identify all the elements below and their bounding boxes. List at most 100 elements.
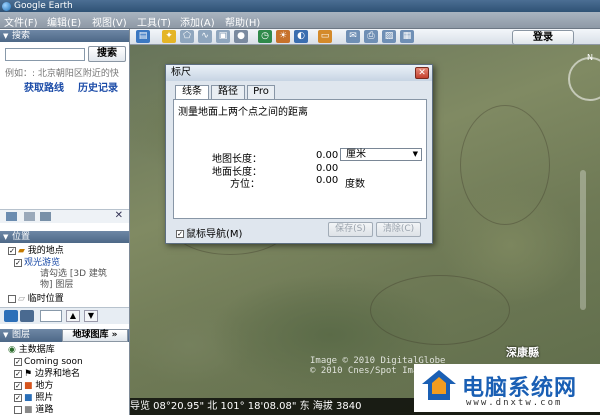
checkbox-icon[interactable]: ✓ [176, 230, 184, 238]
folder-icon[interactable] [6, 212, 17, 221]
house-logo-icon [422, 370, 456, 400]
tree-item-my-places[interactable]: ✓ ▰ 我的地点 [8, 246, 64, 256]
tree-label: Coming soon [24, 357, 83, 367]
move-down-icon[interactable]: ▼ [84, 310, 98, 322]
print-icon[interactable]: ⎙ [364, 30, 378, 43]
placemark-icon[interactable]: ✦ [162, 30, 176, 43]
folder-icon: ▰ [18, 246, 28, 256]
tree-label: 我的地点 [27, 246, 64, 256]
checkbox-icon[interactable] [14, 405, 22, 414]
email-icon[interactable]: ✉ [346, 30, 360, 43]
zoom-slider[interactable] [580, 170, 586, 310]
menu-tools[interactable]: 工具(T) [137, 14, 171, 29]
sun-icon[interactable]: ☀ [276, 30, 290, 43]
tour-icon[interactable]: ● [234, 30, 248, 43]
layers-header-label: 图层 [12, 330, 31, 340]
ruler-description: 测量地面上两个点之间的距离 [178, 107, 308, 118]
dialog-title[interactable]: 标尺 [166, 65, 432, 81]
menu-help[interactable]: 帮助(H) [225, 14, 260, 29]
login-button[interactable]: 登录 [512, 30, 574, 45]
checkbox-icon[interactable]: ✓ [14, 369, 22, 378]
menu-file[interactable]: 文件(F) [4, 14, 38, 29]
print-icon[interactable] [40, 212, 51, 221]
sidebar-toggle-icon[interactable]: ▤ [136, 30, 150, 43]
sidebar: ▼ 搜索 搜索 例如：: 北京朝阳区附近的快 获取路线 历史记录 ✕ ▼ 位置 … [0, 29, 130, 415]
tree-item-tour[interactable]: ✓ 观光游览 [14, 258, 60, 268]
tree-item-primary-db[interactable]: ◉ 主数据库 [8, 345, 55, 355]
place-icon: ■ [24, 381, 36, 391]
path-icon[interactable]: ∿ [198, 30, 212, 43]
overlay-icon[interactable]: ▣ [216, 30, 230, 43]
move-up-icon[interactable]: ▲ [66, 310, 80, 322]
north-icon: N [587, 53, 593, 62]
layer-item[interactable]: ✓ ⚑ 边界和地名 [14, 369, 80, 379]
history-link[interactable]: 历史记录 [78, 79, 118, 94]
collapse-icon: ▼ [3, 331, 9, 339]
checkbox-icon[interactable]: ✓ [14, 393, 22, 402]
places-header[interactable]: ▼ 位置 [0, 231, 129, 243]
earth-gallery-button[interactable]: 地球图库 » [62, 329, 128, 342]
clear-button[interactable]: 清除(C) [376, 222, 421, 237]
mouse-navigation-label: 鼠标导航(M) [186, 229, 243, 240]
checkbox-icon[interactable]: ✓ [14, 357, 22, 366]
history-icon[interactable]: ◷ [258, 30, 272, 43]
site-watermark: 电脑系统网 www.dnxtw.com [414, 364, 600, 412]
chevron-down-icon: ▼ [412, 150, 418, 158]
search-button[interactable]: 搜索 [88, 46, 126, 62]
layer-item[interactable]: ✓ ■ 地方 [14, 381, 53, 391]
polygon-icon[interactable]: ⬠ [180, 30, 194, 43]
checkbox-icon[interactable]: ✓ [14, 258, 22, 267]
tree-label: 观光游览 [24, 258, 61, 268]
menu-view[interactable]: 视图(V) [92, 14, 127, 29]
tree-item-temp[interactable]: ▱ 临时位置 [8, 294, 64, 304]
tab-line[interactable]: 线条 [175, 85, 209, 100]
tree-label: 边界和地名 [34, 369, 80, 379]
tour-note: 请勾选 [3D 建筑 [40, 269, 107, 279]
layer-item[interactable]: ■ 道路 [14, 405, 53, 415]
database-icon: ◉ [8, 345, 19, 355]
places-header-label: 位置 [12, 232, 31, 242]
checkbox-icon[interactable] [8, 294, 16, 303]
tree-label: 主数据库 [18, 345, 55, 355]
mouse-navigation-checkbox[interactable]: ✓ 鼠标导航(M) [176, 225, 242, 240]
directions-link[interactable]: 获取路线 [24, 79, 64, 94]
checkbox-icon[interactable]: ✓ [14, 381, 22, 390]
menu-add[interactable]: 添加(A) [180, 14, 215, 29]
heading-value: 0.00 [316, 175, 339, 186]
layout-icon[interactable] [20, 310, 34, 322]
save-image-icon[interactable]: ▨ [382, 30, 396, 43]
folder-icon: ▱ [18, 294, 28, 304]
search-places-icon[interactable] [4, 310, 18, 322]
layer-item[interactable]: ✓ ■ 照片 [14, 393, 53, 403]
places-toolbar: ▲ ▼ [0, 307, 129, 324]
places-filter-input[interactable] [40, 310, 62, 322]
unit-select[interactable]: 厘米 ▼ [340, 148, 422, 161]
tab-path[interactable]: 路径 [211, 85, 245, 99]
close-icon[interactable]: ✕ [115, 210, 123, 221]
menu-edit[interactable]: 编辑(E) [47, 14, 81, 29]
planets-icon[interactable]: ◐ [294, 30, 308, 43]
tree-label: 照片 [35, 393, 54, 403]
search-input[interactable] [5, 48, 85, 61]
compass-control[interactable]: N [568, 53, 600, 101]
maps-icon[interactable]: ▦ [400, 30, 414, 43]
close-icon[interactable]: ✕ [415, 67, 429, 79]
photo-icon: ■ [24, 393, 36, 403]
ruler-icon[interactable]: ▭ [318, 30, 332, 43]
search-header[interactable]: ▼ 搜索 [0, 30, 129, 42]
copy-icon[interactable] [24, 212, 35, 221]
tree-label: 临时位置 [27, 294, 64, 304]
ruler-panel: 测量地面上两个点之间的距离 地图长度： 0.00 厘米 ▼ 地面长度： 0.00 … [173, 99, 427, 219]
title-bar: Google Earth [0, 0, 600, 12]
checkbox-icon[interactable]: ✓ [8, 246, 16, 255]
collapse-icon: ▼ [3, 233, 9, 241]
tree-label: 道路 [35, 405, 54, 415]
tab-pro[interactable]: Pro [247, 85, 275, 99]
ruler-dialog: 标尺 ✕ 线条 路径 Pro 测量地面上两个点之间的距离 地图长度： 0.00 … [165, 64, 433, 244]
collapse-icon: ▼ [3, 32, 9, 40]
map-length-value: 0.00 [316, 150, 339, 161]
save-button[interactable]: 保存(S) [328, 222, 373, 237]
layer-item[interactable]: ✓ Coming soon [14, 357, 83, 367]
road-icon: ■ [24, 405, 36, 415]
heading-label: 方位： [230, 179, 260, 190]
